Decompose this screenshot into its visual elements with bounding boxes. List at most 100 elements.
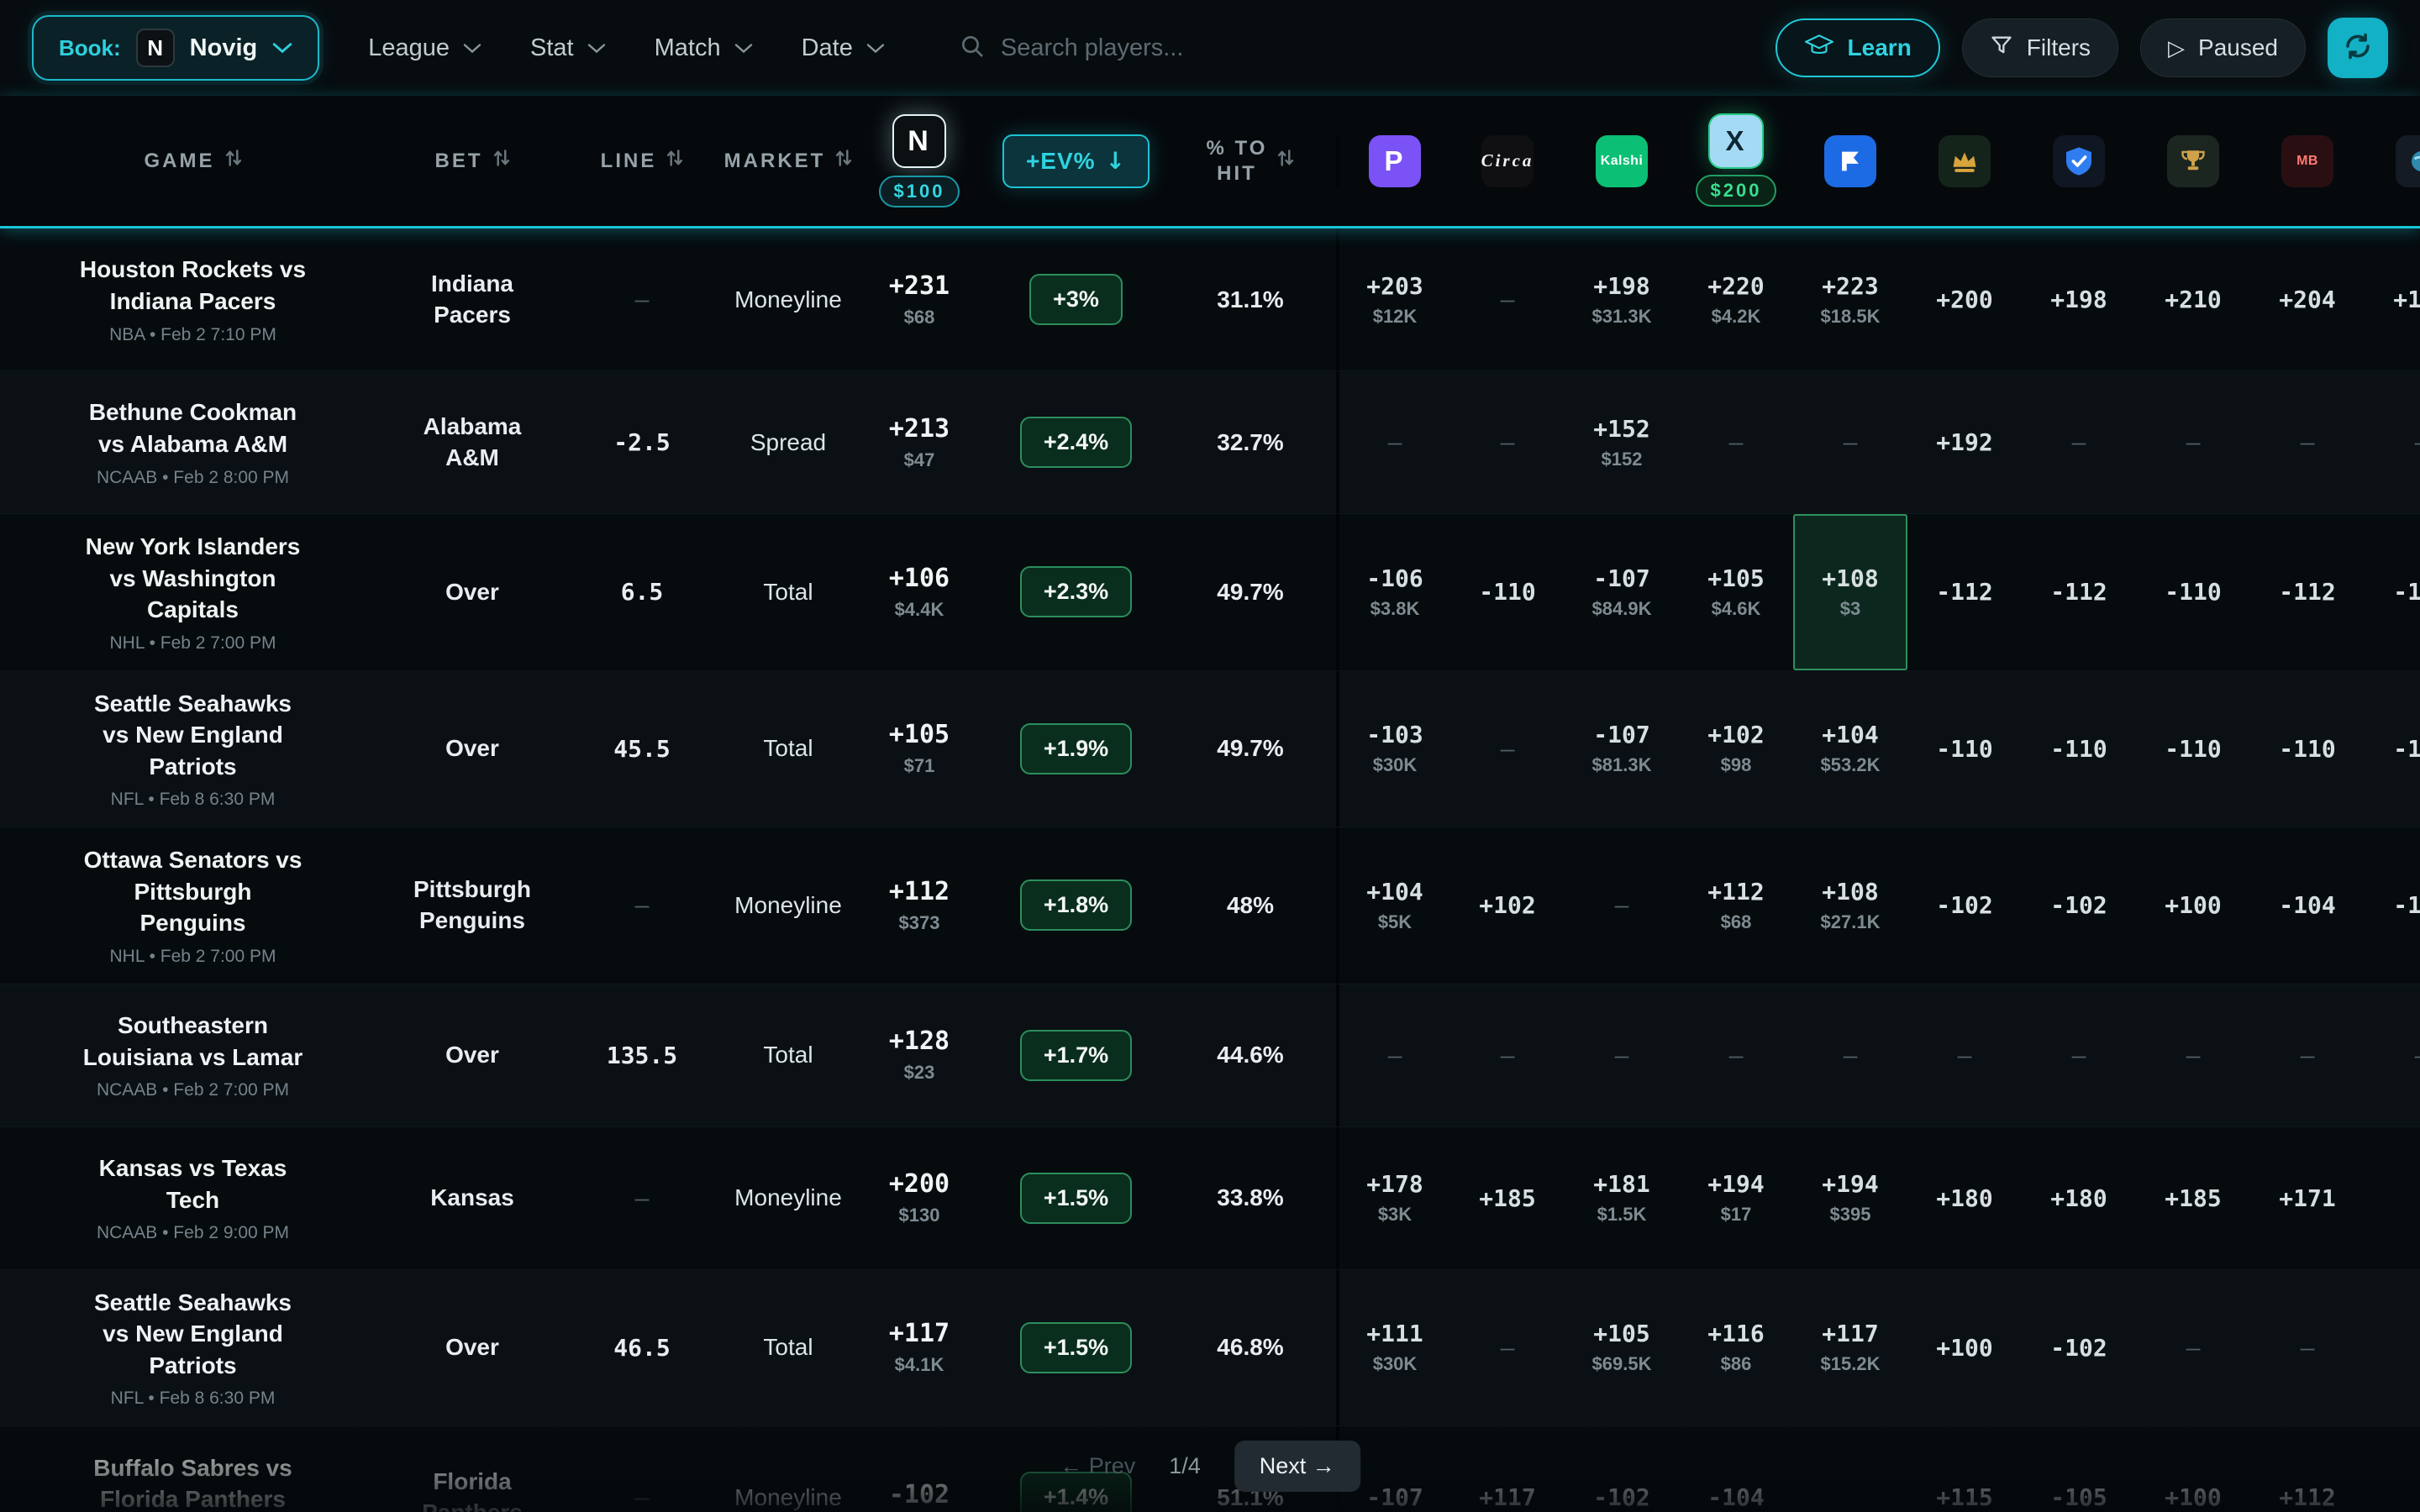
edge-book-column-header[interactable]: [2365, 135, 2420, 187]
odds-cell-prophetx[interactable]: -106$3.8K: [1336, 514, 1450, 670]
odds-cell-prophetx[interactable]: +111$30K: [1336, 1270, 1450, 1426]
odds-cell-fanduel[interactable]: +198: [2022, 228, 2136, 370]
odds-cell-x-book[interactable]: +112$68: [1679, 827, 1793, 984]
odds-cell-blue-flag-book[interactable]: +117$15.2K: [1793, 1270, 1907, 1426]
odds-cell-draftkings[interactable]: +192: [1907, 371, 2022, 513]
mb-book-column-header[interactable]: MB: [2250, 135, 2365, 187]
odds-cell-draftkings[interactable]: +115: [1907, 1426, 2022, 1512]
odds-cell-novig[interactable]: +200 $130: [851, 1127, 987, 1269]
odds-cell-edge-book[interactable]: -106: [2365, 827, 2420, 984]
odds-cell-x-book[interactable]: +194$17: [1679, 1127, 1793, 1269]
odds-cell-circa[interactable]: -110: [1450, 514, 1565, 670]
col-header-hit[interactable]: % TO HIT: [1165, 136, 1336, 186]
odds-cell-kalshi[interactable]: +152$152: [1565, 371, 1679, 513]
odds-cell-fanduel[interactable]: -102: [2022, 827, 2136, 984]
game-cell[interactable]: Southeastern Louisiana vs Lamar NCAAB • …: [0, 984, 386, 1126]
odds-cell-kalshi[interactable]: -107$81.3K: [1565, 671, 1679, 827]
odds-cell-novig[interactable]: +128 $23: [851, 984, 987, 1126]
odds-cell-novig[interactable]: +112 $373: [851, 827, 987, 984]
kalshi-column-header[interactable]: Kalshi: [1565, 135, 1679, 187]
paused-button[interactable]: ▷ Paused: [2140, 18, 2306, 77]
odds-cell-prophetx[interactable]: -103$30K: [1336, 671, 1450, 827]
odds-cell-mb-book[interactable]: +204: [2250, 228, 2365, 370]
odds-cell-trophy-book[interactable]: -110: [2136, 514, 2250, 670]
next-page-button[interactable]: Next →: [1234, 1441, 1360, 1492]
blue-flag-book-column-header[interactable]: [1793, 135, 1907, 187]
odds-cell-kalshi[interactable]: +198$31.3K: [1565, 228, 1679, 370]
odds-cell-trophy-book[interactable]: +100: [2136, 1426, 2250, 1512]
odds-cell-x-book[interactable]: +105$4.6K: [1679, 514, 1793, 670]
odds-cell-trophy-book[interactable]: +185: [2136, 1127, 2250, 1269]
filters-button[interactable]: Filters: [1962, 18, 2118, 77]
odds-cell-x-book[interactable]: +102$98: [1679, 671, 1793, 827]
menu-league[interactable]: League: [368, 34, 481, 62]
odds-cell-draftkings[interactable]: -112: [1907, 514, 2022, 670]
odds-cell-edge-book[interactable]: -110: [2365, 514, 2420, 670]
odds-cell-mb-book[interactable]: +112: [2250, 1426, 2365, 1512]
book-selector[interactable]: Book: N Novig: [32, 15, 319, 81]
odds-cell-prophetx[interactable]: +178$3K: [1336, 1127, 1450, 1269]
odds-cell-mb-book[interactable]: -104: [2250, 827, 2365, 984]
col-header-bet[interactable]: BET: [386, 147, 559, 175]
odds-cell-fanduel[interactable]: -105: [2022, 1426, 2136, 1512]
game-cell[interactable]: Ottawa Senators vs Pittsburgh Penguins N…: [0, 827, 386, 984]
draftkings-column-header[interactable]: [1907, 135, 2022, 187]
refresh-button[interactable]: [2328, 18, 2388, 78]
odds-cell-blue-flag-book[interactable]: +223$18.5K: [1793, 228, 1907, 370]
col-header-game[interactable]: GAME: [0, 147, 386, 175]
game-cell[interactable]: Bethune Cookman vs Alabama A&M NCAAB • F…: [0, 371, 386, 513]
prophetx-column-header[interactable]: P: [1336, 135, 1450, 187]
odds-cell-blue-flag-book[interactable]: +104$53.2K: [1793, 671, 1907, 827]
game-cell[interactable]: Houston Rockets vs Indiana Pacers NBA • …: [0, 228, 386, 370]
odds-cell-prophetx[interactable]: +203$12K: [1336, 228, 1450, 370]
circa-column-header[interactable]: Circa: [1450, 135, 1565, 187]
game-cell[interactable]: Kansas vs Texas Tech NCAAB • Feb 2 9:00 …: [0, 1127, 386, 1269]
prev-page-button[interactable]: ← Prev: [1060, 1453, 1135, 1479]
game-cell[interactable]: Buffalo Sabres vs Florida Panthers NHL •…: [0, 1426, 386, 1512]
odds-cell-novig[interactable]: +213 $47: [851, 371, 987, 513]
odds-cell-kalshi[interactable]: +105$69.5K: [1565, 1270, 1679, 1426]
odds-cell-trophy-book[interactable]: -110: [2136, 671, 2250, 827]
novig-column-header[interactable]: N $100: [851, 114, 987, 207]
odds-cell-edge-book[interactable]: +195: [2365, 228, 2420, 370]
odds-cell-mb-book[interactable]: -112: [2250, 514, 2365, 670]
odds-cell-draftkings[interactable]: -102: [1907, 827, 2022, 984]
ev-sort-button[interactable]: +EV% ↓: [1002, 134, 1150, 188]
odds-cell-x-book[interactable]: +116$86: [1679, 1270, 1793, 1426]
game-cell[interactable]: Seattle Seahawks vs New England Patriots…: [0, 1270, 386, 1426]
trophy-book-column-header[interactable]: [2136, 135, 2250, 187]
odds-cell-fanduel[interactable]: +180: [2022, 1127, 2136, 1269]
odds-cell-fanduel[interactable]: -110: [2022, 671, 2136, 827]
col-header-market[interactable]: MARKET: [725, 147, 851, 175]
odds-cell-mb-book[interactable]: +171: [2250, 1127, 2365, 1269]
game-cell[interactable]: Seattle Seahawks vs New England Patriots…: [0, 671, 386, 827]
odds-cell-fanduel[interactable]: -112: [2022, 514, 2136, 670]
odds-cell-novig[interactable]: -102: [851, 1426, 987, 1512]
odds-cell-edge-book[interactable]: -112: [2365, 671, 2420, 827]
odds-cell-mb-book[interactable]: -110: [2250, 671, 2365, 827]
odds-cell-novig[interactable]: +106 $4.4K: [851, 514, 987, 670]
odds-cell-prophetx[interactable]: +104$5K: [1336, 827, 1450, 984]
x-book-column-header[interactable]: X$200: [1679, 115, 1793, 207]
odds-cell-draftkings[interactable]: +180: [1907, 1127, 2022, 1269]
odds-cell-draftkings[interactable]: +200: [1907, 228, 2022, 370]
odds-cell-circa[interactable]: +185: [1450, 1127, 1565, 1269]
odds-cell-novig[interactable]: +117 $4.1K: [851, 1270, 987, 1426]
col-header-line[interactable]: LINE: [559, 147, 725, 175]
odds-cell-circa[interactable]: +117: [1450, 1426, 1565, 1512]
odds-cell-kalshi[interactable]: +181$1.5K: [1565, 1127, 1679, 1269]
odds-cell-trophy-book[interactable]: +210: [2136, 228, 2250, 370]
odds-cell-trophy-book[interactable]: +100: [2136, 827, 2250, 984]
odds-cell-blue-flag-book[interactable]: +108$27.1K: [1793, 827, 1907, 984]
search-input[interactable]: [1001, 34, 1354, 62]
odds-cell-circa[interactable]: +102: [1450, 827, 1565, 984]
odds-cell-novig[interactable]: +105 $71: [851, 671, 987, 827]
odds-cell-novig[interactable]: +231 $68: [851, 228, 987, 370]
menu-stat[interactable]: Stat: [530, 34, 606, 62]
odds-cell-draftkings[interactable]: -110: [1907, 671, 2022, 827]
menu-match[interactable]: Match: [655, 34, 753, 62]
odds-cell-blue-flag-book[interactable]: +194$395: [1793, 1127, 1907, 1269]
game-cell[interactable]: New York Islanders vs Washington Capital…: [0, 514, 386, 670]
odds-cell-draftkings[interactable]: +100: [1907, 1270, 2022, 1426]
odds-cell-x-book[interactable]: +220$4.2K: [1679, 228, 1793, 370]
